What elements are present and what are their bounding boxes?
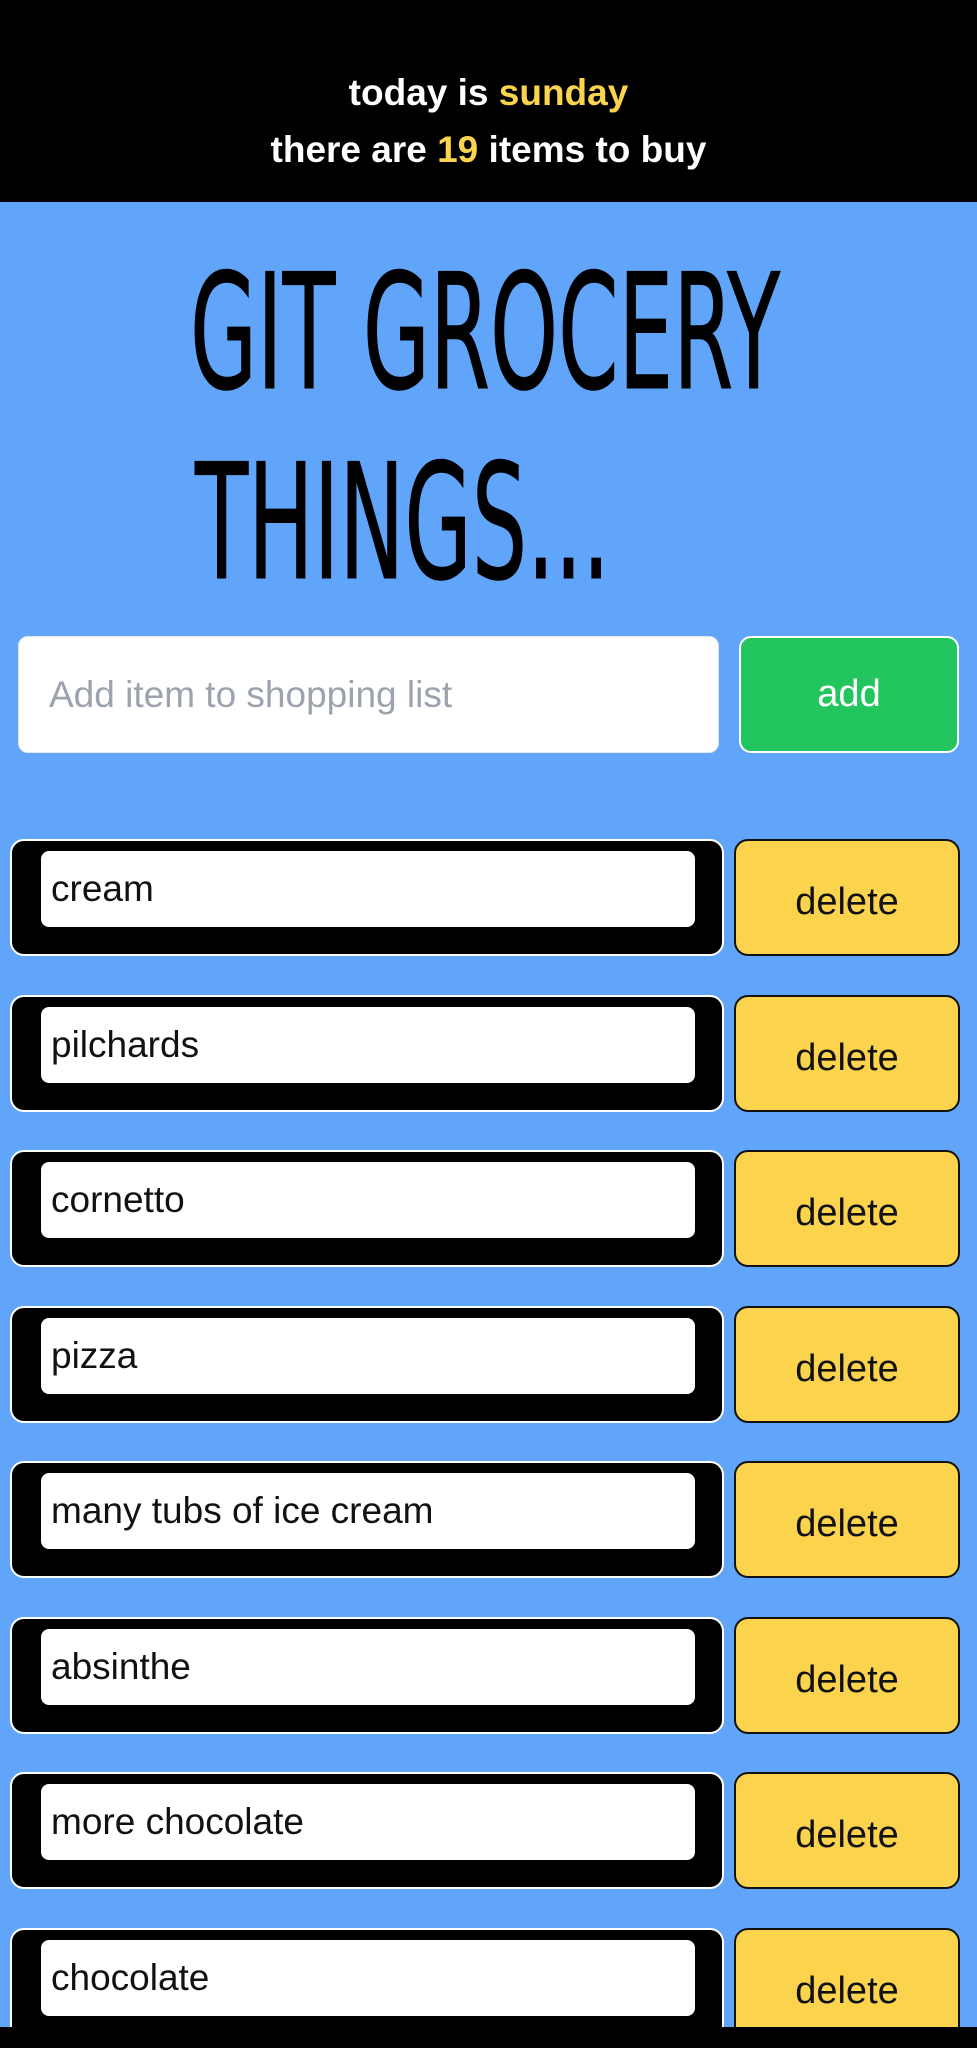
item-name-field[interactable] — [41, 1940, 695, 2016]
delete-button[interactable]: delete — [734, 1772, 960, 1889]
delete-button[interactable]: delete — [734, 1306, 960, 1423]
item-box — [10, 1617, 724, 1734]
count-prefix: there are — [270, 129, 438, 170]
list-item: delete — [10, 1617, 960, 1734]
title-line-1: GIT GROCERY — [190, 239, 781, 426]
item-count: 19 — [437, 129, 479, 170]
delete-button[interactable]: delete — [734, 995, 960, 1112]
list-item: delete — [10, 1150, 960, 1267]
day-prefix: today is — [348, 72, 499, 113]
item-name-field[interactable] — [41, 1007, 695, 1083]
page-title: GIT GROCERY THINGS... — [190, 238, 810, 599]
bottom-bar — [0, 2027, 977, 2048]
list-item: delete — [10, 1772, 960, 1889]
item-name-field[interactable] — [41, 1473, 695, 1549]
handwritten-title: GIT GROCERY THINGS... — [190, 239, 781, 599]
day-value: sunday — [498, 72, 629, 113]
count-suffix: items to buy — [478, 129, 707, 170]
item-box — [10, 1306, 724, 1423]
delete-button[interactable]: delete — [734, 839, 960, 956]
list-item: delete — [10, 839, 960, 956]
add-item-form: add — [18, 636, 959, 753]
item-box — [10, 1150, 724, 1267]
status-header: today is sunday there are 19 items to bu… — [0, 0, 977, 202]
add-button[interactable]: add — [739, 636, 959, 753]
day-status: today is sunday — [0, 64, 977, 121]
item-name-field[interactable] — [41, 1162, 695, 1238]
list-item: delete — [10, 1306, 960, 1423]
delete-button[interactable]: delete — [734, 1617, 960, 1734]
delete-button[interactable]: delete — [734, 1150, 960, 1267]
item-box — [10, 1772, 724, 1889]
item-box — [10, 1461, 724, 1578]
title-line-2: THINGS... — [194, 429, 610, 598]
item-box — [10, 995, 724, 1112]
list-item: delete — [10, 995, 960, 1112]
item-name-field[interactable] — [41, 1318, 695, 1394]
item-name-field[interactable] — [41, 1629, 695, 1705]
delete-button[interactable]: delete — [734, 1461, 960, 1578]
count-status: there are 19 items to buy — [0, 121, 977, 178]
item-box — [10, 839, 724, 956]
list-item: delete — [10, 1461, 960, 1578]
add-item-input[interactable] — [18, 636, 719, 753]
item-name-field[interactable] — [41, 851, 695, 927]
item-name-field[interactable] — [41, 1784, 695, 1860]
